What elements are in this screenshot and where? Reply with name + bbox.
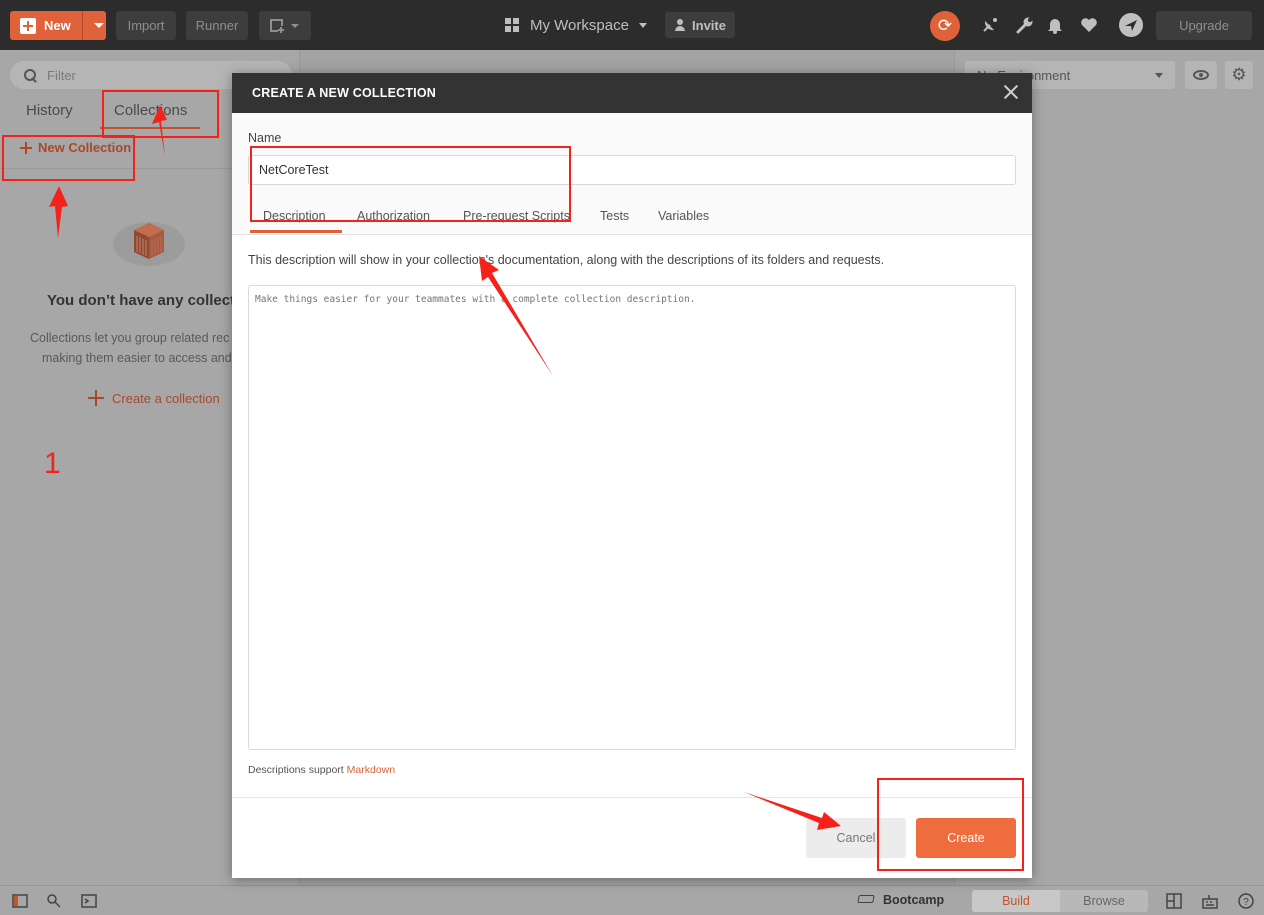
runner-button[interactable]: Runner: [186, 11, 248, 40]
name-label: Name: [248, 131, 282, 145]
send-icon[interactable]: [1119, 13, 1143, 37]
new-window-icon: [270, 18, 299, 34]
description-help-text: This description will show in your colle…: [248, 253, 885, 267]
grid-icon: [505, 18, 519, 32]
active-tab-underline: [250, 230, 342, 233]
search-icon[interactable]: [46, 893, 62, 909]
chevron-down-icon[interactable]: [94, 23, 104, 28]
workspace-switcher[interactable]: My Workspace: [505, 14, 647, 36]
markdown-note: Descriptions support Markdown: [248, 764, 395, 776]
wrench-icon[interactable]: [1014, 14, 1036, 36]
invite-label: Invite: [692, 17, 726, 33]
tab-variables[interactable]: Variables: [658, 209, 709, 223]
chevron-down-icon: [638, 22, 647, 28]
tab-history[interactable]: History: [26, 102, 73, 119]
plus-icon: [88, 390, 104, 406]
empty-state-title: You don’t have any collectio: [47, 292, 249, 309]
person-add-icon: [674, 19, 686, 31]
annotation-box-new-collection: [2, 135, 135, 181]
dialog-header: CREATE A NEW COLLECTION: [232, 73, 1032, 113]
bootcamp-label: Bootcamp: [883, 893, 945, 907]
status-bar: Bootcamp Build Browse ?: [0, 885, 1264, 915]
top-toolbar: New Import Runner My Workspace Invite ⟳ …: [0, 0, 1264, 50]
sidebar-toggle-icon[interactable]: [12, 893, 28, 909]
invite-button[interactable]: Invite: [665, 12, 735, 38]
markdown-note-prefix: Descriptions support: [248, 764, 347, 776]
tab-tests[interactable]: Tests: [600, 209, 629, 223]
search-icon: [24, 68, 37, 82]
create-collection-label: Create a collection: [112, 390, 220, 406]
eye-icon: [1193, 70, 1209, 80]
browse-tab[interactable]: Browse: [1060, 890, 1148, 912]
help-icon[interactable]: ?: [1238, 893, 1254, 909]
bell-icon[interactable]: [1044, 14, 1066, 36]
import-button[interactable]: Import: [116, 11, 176, 40]
workspace-label: My Workspace: [530, 16, 629, 34]
annotation-box-name: [250, 146, 571, 222]
keyboard-icon[interactable]: [1202, 893, 1218, 909]
graduation-cap-icon: [858, 894, 874, 906]
annotation-box-create: [877, 778, 1024, 871]
empty-state-description: Collections let you group related rec ma…: [30, 328, 260, 368]
chevron-down-icon: [1155, 73, 1163, 78]
description-textarea[interactable]: [248, 285, 1016, 750]
create-collection-link[interactable]: Create a collection: [88, 390, 220, 406]
empty-desc-line-1: Collections let you group related rec: [30, 331, 230, 345]
heart-icon[interactable]: [1078, 14, 1100, 36]
empty-desc-line-2: making them easier to access and: [42, 351, 232, 365]
sync-icon[interactable]: ⟳: [930, 11, 960, 41]
annotation-step-number: 1: [44, 447, 61, 480]
satellite-icon[interactable]: [979, 14, 1001, 36]
bootcamp-button[interactable]: Bootcamp: [858, 893, 944, 907]
environment-quick-look-button[interactable]: [1185, 61, 1217, 89]
markdown-link[interactable]: Markdown: [347, 764, 395, 776]
close-icon[interactable]: [1004, 85, 1018, 99]
annotation-box-collections: [102, 90, 219, 138]
upgrade-button[interactable]: Upgrade: [1156, 11, 1252, 40]
console-icon[interactable]: [81, 893, 97, 909]
layout-icon[interactable]: [1166, 893, 1182, 909]
new-window-button[interactable]: [259, 11, 311, 40]
gear-icon[interactable]: ⚙: [1225, 61, 1253, 89]
svg-text:?: ?: [1243, 897, 1249, 908]
collection-box-icon: [113, 222, 185, 266]
filter-placeholder: Filter: [47, 67, 76, 83]
new-button-label: New: [44, 18, 71, 33]
build-browse-toggle: Build Browse: [972, 890, 1148, 912]
dialog-title: CREATE A NEW COLLECTION: [252, 86, 436, 100]
build-tab[interactable]: Build: [972, 890, 1060, 912]
new-button[interactable]: New: [10, 11, 106, 40]
plus-icon: [20, 17, 36, 34]
